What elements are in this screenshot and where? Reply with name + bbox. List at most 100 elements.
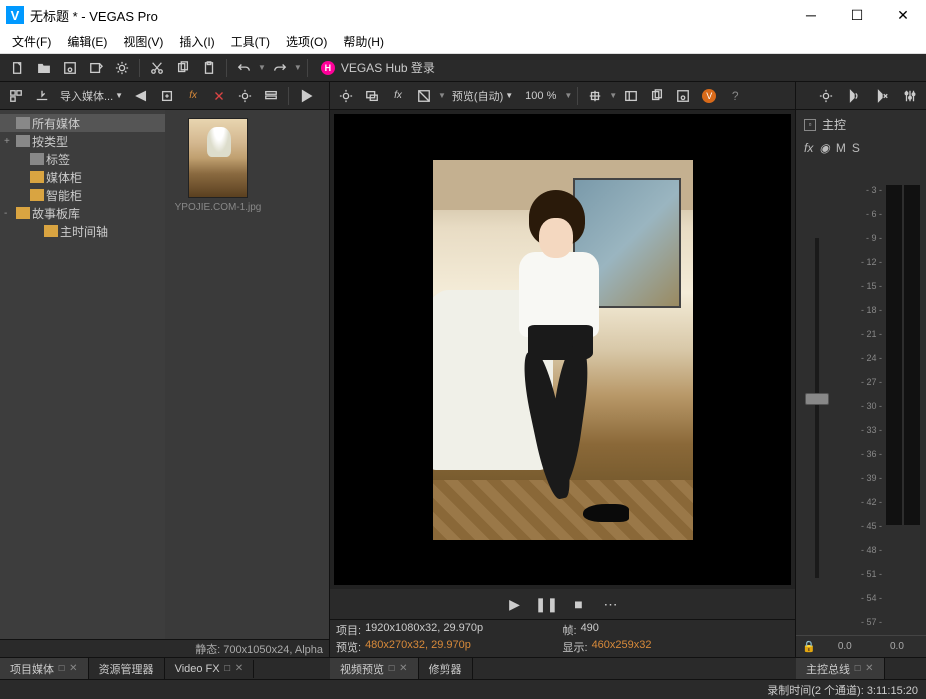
display-value: 460x259x32 (592, 639, 652, 655)
tab[interactable]: 主控总线☐✕ (796, 658, 885, 680)
tree-item[interactable]: 标签 (0, 150, 165, 168)
stop-button[interactable]: ■ (565, 592, 593, 616)
frame-label: 帧: (563, 622, 577, 638)
menu-item[interactable]: 帮助(H) (335, 31, 392, 52)
redo-dropdown[interactable]: ▼ (294, 63, 302, 72)
separator (226, 59, 227, 77)
orange-badge-icon[interactable]: V (697, 84, 721, 108)
media-toolbar: 导入媒体...▼ fx (0, 82, 329, 110)
menu-item[interactable]: 插入(I) (171, 31, 222, 52)
render-icon[interactable] (84, 56, 108, 80)
tree-item[interactable]: 主时间轴 (0, 222, 165, 240)
preview-zoom[interactable]: 100 % (519, 90, 562, 102)
tab[interactable]: 视频预览☐✕ (330, 658, 419, 680)
pause-button[interactable]: ❚❚ (533, 592, 561, 616)
close-button[interactable]: ✕ (880, 0, 926, 30)
master-fx-row: fx ◉ M S (796, 139, 926, 161)
redo-icon[interactable] (268, 56, 292, 80)
media-remove-icon[interactable] (207, 84, 231, 108)
media-status: 静态: 700x1050x24, Alpha (0, 639, 329, 657)
master-header: ▫ 主控 (796, 110, 926, 139)
preview-props-icon[interactable] (334, 84, 358, 108)
footer-statusbar: 录制时间(2 个通道): 3:11:15:20 (0, 679, 926, 699)
project-value: 1920x1080x32, 29.970p (365, 622, 483, 638)
master-mute-letter[interactable]: M (836, 141, 846, 155)
safe-area-icon[interactable] (619, 84, 643, 108)
media-props-icon[interactable] (233, 84, 257, 108)
meter-val-left: 0.0 (822, 641, 868, 652)
menu-item[interactable]: 文件(F) (4, 31, 59, 52)
menu-item[interactable]: 工具(T) (223, 31, 278, 52)
tree-item[interactable]: -故事板库 (0, 204, 165, 222)
more-button[interactable]: ⋯ (597, 592, 625, 616)
hub-icon: H (321, 61, 335, 75)
record-time: 录制时间(2 个通道): 3:11:15:20 (767, 682, 918, 698)
master-mute-icon[interactable] (870, 84, 894, 108)
master-fx-button[interactable]: fx (804, 141, 813, 155)
media-thumbnails[interactable]: YPOJIE.COM-1.jpg (165, 110, 329, 639)
undo-icon[interactable] (232, 56, 256, 80)
master-out-icon[interactable]: ▫ (804, 119, 816, 131)
separator (577, 87, 578, 105)
cut-icon[interactable] (145, 56, 169, 80)
maximize-button[interactable]: ☐ (834, 0, 880, 30)
media-play-icon[interactable] (294, 84, 318, 108)
open-icon[interactable] (32, 56, 56, 80)
media-views-icon[interactable] (259, 84, 283, 108)
tree-item[interactable]: 智能柜 (0, 186, 165, 204)
import-media-button[interactable]: 导入媒体...▼ (56, 88, 127, 104)
master-props-icon[interactable] (814, 84, 838, 108)
master-mixer-icon[interactable] (898, 84, 922, 108)
tab[interactable]: 项目媒体☐✕ (0, 658, 89, 680)
thumb-image (188, 118, 248, 198)
master-toolbar (796, 82, 926, 110)
tab[interactable]: 资源管理器 (89, 658, 165, 680)
play-button[interactable]: ▶ (501, 592, 529, 616)
tree-item[interactable]: 媒体柜 (0, 168, 165, 186)
new-icon[interactable] (6, 56, 30, 80)
tree-item[interactable]: 所有媒体 (0, 114, 165, 132)
fader-handle[interactable] (805, 393, 829, 405)
media-thumb[interactable]: YPOJIE.COM-1.jpg (173, 118, 263, 213)
fader-track[interactable] (815, 238, 819, 578)
preview-quality-dropdown[interactable]: 预览(自动)▼ (448, 88, 517, 104)
lock-icon[interactable]: 🔒 (802, 640, 816, 653)
vegas-hub-button[interactable]: H VEGAS Hub 登录 (313, 59, 443, 76)
save-icon[interactable] (58, 56, 82, 80)
snapshot-save-icon[interactable] (671, 84, 695, 108)
media-get-icon[interactable] (155, 84, 179, 108)
properties-icon[interactable] (110, 56, 134, 80)
undo-dropdown[interactable]: ▼ (258, 63, 266, 72)
menubar: 文件(F)编辑(E)视图(V)插入(I)工具(T)选项(O)帮助(H) (0, 30, 926, 54)
overlay-icon[interactable] (583, 84, 607, 108)
master-auto-icon[interactable]: ◉ (819, 141, 829, 155)
media-fx-icon[interactable]: fx (181, 84, 205, 108)
snapshot-copy-icon[interactable] (645, 84, 669, 108)
master-solo-letter[interactable]: S (852, 141, 860, 155)
copy-icon[interactable] (171, 56, 195, 80)
menu-item[interactable]: 编辑(E) (59, 31, 115, 52)
media-tree[interactable]: 所有媒体+按类型标签媒体柜智能柜-故事板库主时间轴 (0, 110, 165, 639)
help-icon[interactable]: ? (723, 84, 747, 108)
tab[interactable]: Video FX☐✕ (165, 660, 255, 678)
main-toolbar: ▼ ▼ H VEGAS Hub 登录 (0, 54, 926, 82)
media-view-icon[interactable] (4, 84, 28, 108)
preview-fx-icon[interactable]: fx (386, 84, 410, 108)
tabbar-mid: 视频预览☐✕修剪器 (330, 657, 796, 679)
display-label: 显示: (563, 639, 588, 655)
master-dim-icon[interactable] (842, 84, 866, 108)
preview-split-icon[interactable] (412, 84, 436, 108)
preview-toolbar: fx ▼ 预览(自动)▼ 100 % ▼ ▼ V ? (330, 82, 795, 110)
media-arrow-icon[interactable] (129, 84, 153, 108)
minimize-button[interactable]: ─ (788, 0, 834, 30)
menu-item[interactable]: 视图(V) (115, 31, 171, 52)
paste-icon[interactable] (197, 56, 221, 80)
preview-ext-icon[interactable] (360, 84, 384, 108)
master-meters: 36912151821242730333639424548515457 (796, 161, 926, 635)
tree-item[interactable]: +按类型 (0, 132, 165, 150)
preview-viewport[interactable] (334, 114, 791, 585)
media-capture-icon[interactable] (30, 84, 54, 108)
menu-item[interactable]: 选项(O) (278, 31, 335, 52)
transport-controls: ▶ ❚❚ ■ ⋯ (330, 589, 795, 619)
tab[interactable]: 修剪器 (419, 658, 473, 680)
